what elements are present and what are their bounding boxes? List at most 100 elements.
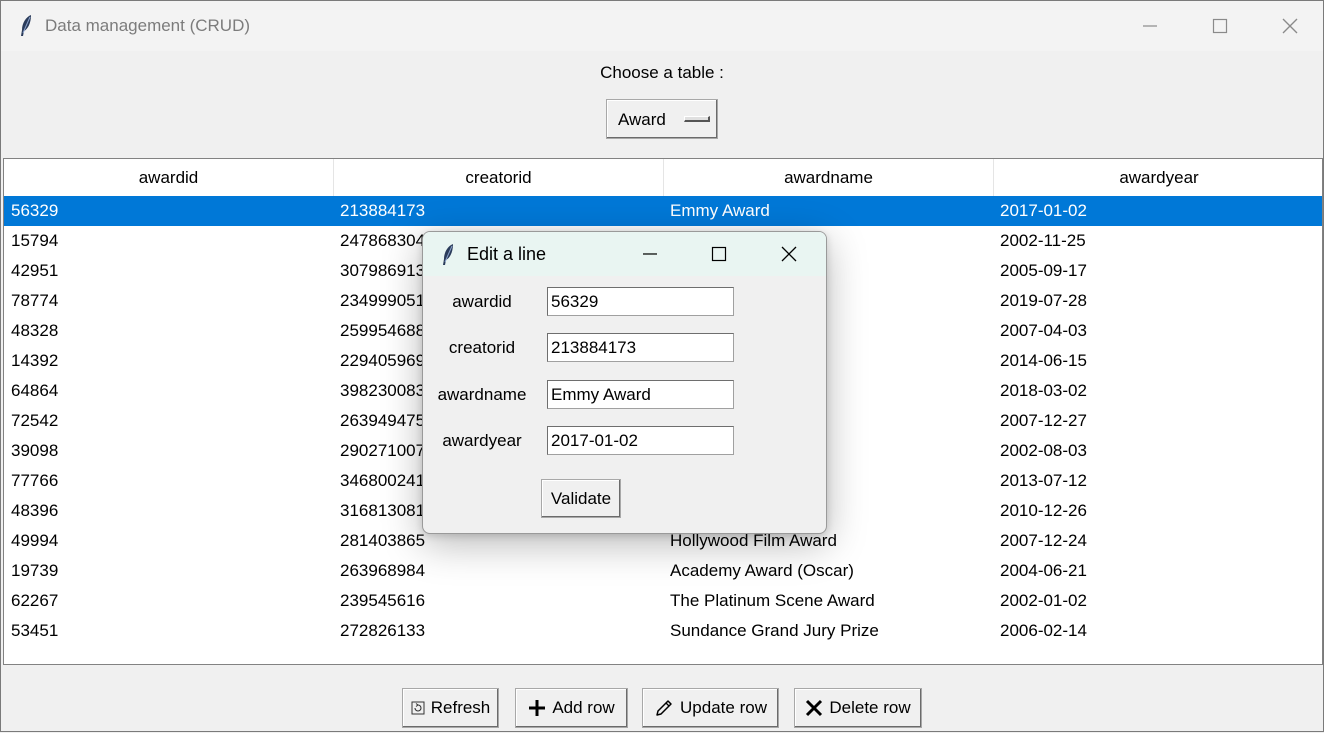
cell-awardid: 72542: [11, 411, 59, 430]
minimize-icon: [643, 253, 657, 255]
cell-creatorid: 316813081: [340, 501, 426, 520]
cell-creatorid: 290271007: [340, 441, 426, 460]
cell-awardid: 56329: [11, 201, 59, 220]
cell-awardid: 48328: [11, 321, 59, 340]
close-icon: [781, 246, 797, 262]
cell-awardyear: 2007-12-27: [1000, 411, 1087, 430]
delete-row-label: Delete row: [829, 698, 911, 717]
creatorid-field[interactable]: [547, 333, 734, 362]
cell-creatorid: 259954688: [340, 321, 426, 340]
cell-awardid: 62267: [11, 591, 59, 610]
cell-awardyear: 2004-06-21: [1000, 561, 1087, 580]
cell-awardyear: 2002-08-03: [1000, 441, 1087, 460]
dialog-minimize-button[interactable]: [620, 232, 680, 276]
table-select-value: Award: [618, 110, 666, 129]
close-button[interactable]: [1255, 1, 1324, 51]
cell-creatorid: 281403865: [340, 531, 426, 550]
maximize-icon: [711, 246, 727, 262]
cell-creatorid: 247868304: [340, 231, 426, 250]
update-row-label: Update row: [680, 698, 767, 717]
cell-awardid: 42951: [11, 261, 59, 280]
refresh-label: Refresh: [430, 698, 491, 717]
awardname-field[interactable]: [547, 380, 734, 409]
cell-awardid: 53451: [11, 621, 59, 640]
cell-creatorid: 263968984: [340, 561, 426, 580]
window-title: Data management (CRUD): [45, 16, 251, 35]
cell-awardid: 64864: [11, 381, 59, 400]
refresh-button[interactable]: Refresh: [402, 688, 499, 728]
choose-table-label: Choose a table :: [600, 63, 724, 82]
cell-creatorid: 234999051: [340, 291, 426, 310]
cell-awardid: 19739: [11, 561, 59, 580]
update-row-button[interactable]: Update row: [642, 688, 779, 728]
dropdown-indicator-icon: [684, 116, 710, 122]
cell-awardid: 15794: [11, 231, 59, 250]
refresh-icon: [411, 701, 425, 715]
cell-awardid: 48396: [11, 501, 59, 520]
cell-creatorid: 229405969: [340, 351, 426, 370]
cell-awardyear: 2006-02-14: [1000, 621, 1087, 640]
cell-awardid: 78774: [11, 291, 59, 310]
table-row[interactable]: 19739 263968984 Academy Award (Oscar) 2004-…: [4, 556, 1322, 586]
cell-creatorid: 398230083: [340, 381, 426, 400]
cell-awardyear: 2019-07-28: [1000, 291, 1087, 310]
dialog-maximize-button[interactable]: [689, 232, 749, 276]
close-icon: [1282, 18, 1298, 34]
cell-awardname: Academy Award (Oscar): [670, 561, 854, 580]
title-bar[interactable]: Data management (CRUD): [1, 1, 1323, 51]
awardyear-field[interactable]: [547, 426, 734, 455]
feather-icon: [439, 243, 459, 267]
minimize-icon: [1143, 25, 1157, 27]
cell-awardname: Emmy Award: [670, 201, 770, 220]
awardid-field[interactable]: [547, 287, 734, 316]
creatorid-label: creatorid: [448, 338, 516, 357]
table-header: awardid creatorid awardname awardyear: [4, 159, 1322, 196]
validate-button[interactable]: Validate: [541, 479, 621, 518]
column-header-awardid[interactable]: awardid: [4, 159, 334, 196]
column-header-awardname[interactable]: awardname: [664, 159, 994, 196]
add-row-button[interactable]: Add row: [515, 688, 628, 728]
edit-dialog: Edit a line awardid creatorid awardname …: [422, 231, 827, 534]
cell-creatorid: 307986913: [340, 261, 426, 280]
awardname-label: awardname: [437, 385, 527, 404]
cell-awardyear: 2013-07-12: [1000, 471, 1087, 490]
cell-awardid: 49994: [11, 531, 59, 550]
cell-awardyear: 2017-01-02: [1000, 201, 1087, 220]
cell-creatorid: 263949475: [340, 411, 426, 430]
dialog-title-bar[interactable]: Edit a line: [423, 232, 826, 276]
dialog-close-button[interactable]: [759, 232, 819, 276]
maximize-icon: [1212, 18, 1228, 34]
column-header-awardyear[interactable]: awardyear: [994, 159, 1324, 196]
table-row[interactable]: 56329 213884173 Emmy Award 2017-01-02: [4, 196, 1322, 226]
cell-awardyear: 2018-03-02: [1000, 381, 1087, 400]
cell-creatorid: 272826133: [340, 621, 426, 640]
cell-creatorid: 346800241: [340, 471, 426, 490]
action-bar: Refresh Add row Update row Delete row: [1, 666, 1323, 733]
cell-awardname: Sundance Grand Jury Prize: [670, 621, 879, 640]
maximize-button[interactable]: [1185, 1, 1255, 51]
column-header-creatorid[interactable]: creatorid: [334, 159, 664, 196]
minimize-button[interactable]: [1115, 1, 1185, 51]
add-row-label: Add row: [552, 698, 615, 717]
cell-awardyear: 2005-09-17: [1000, 261, 1087, 280]
table-row[interactable]: 53451 272826133 Sundance Grand Jury Prize 2…: [4, 616, 1322, 646]
x-icon: [806, 699, 823, 717]
cell-awardyear: 2007-04-03: [1000, 321, 1087, 340]
table-row[interactable]: 62267 239545616 The Platinum Scene Award 20…: [4, 586, 1322, 616]
cell-awardyear: 2002-11-25: [1000, 231, 1086, 250]
cell-awardyear: 2014-06-15: [1000, 351, 1087, 370]
cell-creatorid: 239545616: [340, 591, 426, 610]
cell-awardid: 77766: [11, 471, 59, 490]
pencil-icon: [656, 700, 672, 716]
awardid-label: awardid: [452, 292, 512, 311]
cell-awardid: 14392: [11, 351, 59, 370]
cell-awardyear: 2010-12-26: [1000, 501, 1087, 520]
dialog-title: Edit a line: [467, 244, 547, 264]
awardyear-label: awardyear: [442, 431, 522, 450]
table-select[interactable]: Award: [606, 99, 718, 139]
plus-icon: [529, 700, 546, 716]
cell-creatorid: 213884173: [340, 201, 426, 220]
feather-icon: [17, 14, 37, 38]
cell-awardid: 39098: [11, 441, 59, 460]
delete-row-button[interactable]: Delete row: [794, 688, 922, 728]
